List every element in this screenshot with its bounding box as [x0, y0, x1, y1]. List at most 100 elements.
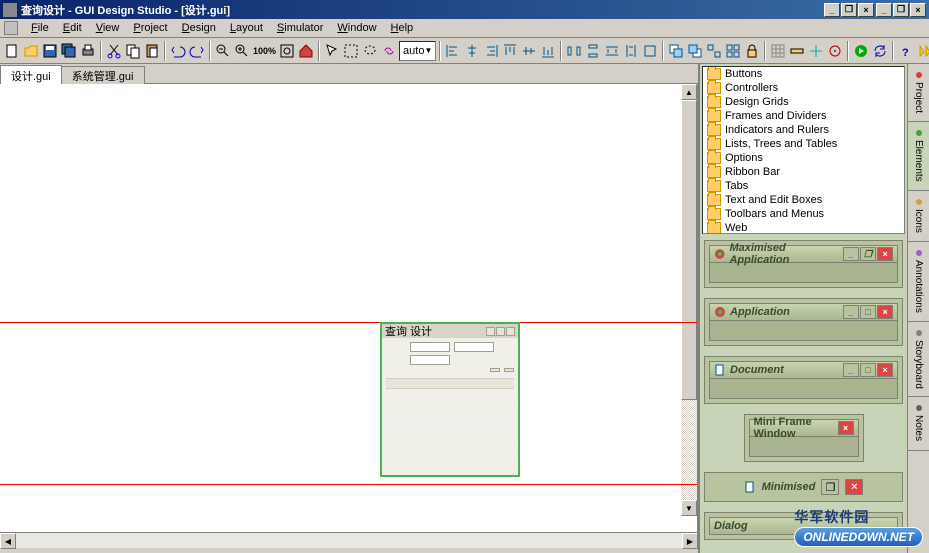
align-middle-v-icon[interactable] — [520, 40, 538, 62]
tree-item-indicators-and-rulers[interactable]: Indicators and Rulers — [703, 123, 904, 137]
ungroup-icon[interactable] — [724, 40, 742, 62]
zoom-in-icon[interactable] — [233, 40, 251, 62]
tree-item-design-grids[interactable]: Design Grids — [703, 95, 904, 109]
close-icon: × — [877, 363, 893, 377]
zoom-100-button[interactable]: 100% — [252, 40, 277, 62]
snap-icon[interactable] — [826, 40, 844, 62]
menu-window[interactable]: Window — [330, 20, 383, 36]
guides-icon[interactable] — [807, 40, 825, 62]
elem-minimised[interactable]: Minimised ❐ × — [704, 472, 903, 502]
same-width-icon[interactable] — [603, 40, 621, 62]
elem-application[interactable]: Application _ □ × — [704, 298, 903, 346]
tree-item-label: Frames and Dividers — [725, 110, 826, 122]
element-preview-list[interactable]: Maximised Application _ ❐ × Application — [700, 236, 907, 553]
cut-icon[interactable] — [105, 40, 123, 62]
mdi-restore-button[interactable]: ❐ — [841, 3, 857, 17]
sidetab-notes[interactable]: Notes — [908, 397, 929, 450]
close-icon: × — [845, 479, 863, 495]
sidetab-storyboard[interactable]: Storyboard — [908, 322, 929, 398]
send-back-icon[interactable] — [686, 40, 704, 62]
sidetab-icons[interactable]: Icons — [908, 191, 929, 242]
distribute-h-icon[interactable] — [565, 40, 583, 62]
mock-window[interactable]: 查询 设计 — [380, 322, 520, 477]
link-icon[interactable] — [380, 40, 398, 62]
design-canvas[interactable]: ▲ ▼ 查询 设计 — [0, 84, 698, 532]
tree-item-label: Ribbon Bar — [725, 166, 780, 178]
align-bottom-icon[interactable] — [539, 40, 557, 62]
menu-simulator[interactable]: Simulator — [270, 20, 330, 36]
sidetab-elements[interactable]: Elements — [908, 122, 929, 191]
align-right-icon[interactable] — [482, 40, 500, 62]
pointer-icon[interactable] — [323, 40, 341, 62]
guide-top[interactable] — [0, 322, 697, 323]
copy-icon[interactable] — [124, 40, 142, 62]
same-height-icon[interactable] — [622, 40, 640, 62]
tree-item-ribbon-bar[interactable]: Ribbon Bar — [703, 165, 904, 179]
guide-bottom[interactable] — [0, 484, 697, 485]
refresh-icon[interactable] — [871, 40, 889, 62]
distribute-v-icon[interactable] — [584, 40, 602, 62]
paste-icon[interactable] — [143, 40, 161, 62]
group-icon[interactable] — [705, 40, 723, 62]
menu-layout[interactable]: Layout — [223, 20, 270, 36]
document-icon — [714, 364, 726, 376]
menu-file[interactable]: File — [24, 20, 56, 36]
bring-front-icon[interactable] — [667, 40, 685, 62]
zoom-out-icon[interactable] — [214, 40, 232, 62]
menu-project[interactable]: Project — [126, 20, 174, 36]
ruler-icon[interactable] — [788, 40, 806, 62]
minimize-button[interactable]: _ — [876, 3, 892, 17]
tree-item-options[interactable]: Options — [703, 151, 904, 165]
help-icon[interactable]: ? — [897, 40, 915, 62]
mock-min-icon — [486, 327, 495, 336]
align-left-icon[interactable] — [444, 40, 462, 62]
tree-item-controllers[interactable]: Controllers — [703, 81, 904, 95]
home-icon[interactable] — [297, 40, 315, 62]
run-icon[interactable] — [852, 40, 870, 62]
elem-mini-frame[interactable]: Mini Frame Window × — [744, 414, 864, 462]
elem-maximised-application[interactable]: Maximised Application _ ❐ × — [704, 240, 903, 288]
new-icon[interactable] — [3, 40, 21, 62]
canvas-hscroll[interactable]: ◀ ▶ — [0, 532, 698, 548]
elem-document[interactable]: Document _ □ × — [704, 356, 903, 404]
save-all-icon[interactable] — [60, 40, 78, 62]
save-icon[interactable] — [41, 40, 59, 62]
mdi-minimize-button[interactable]: _ — [824, 3, 840, 17]
menu-edit[interactable]: Edit — [56, 20, 89, 36]
undo-icon[interactable] — [169, 40, 187, 62]
tree-item-lists-trees-and-tables[interactable]: Lists, Trees and Tables — [703, 137, 904, 151]
grid-icon[interactable] — [769, 40, 787, 62]
open-icon[interactable] — [22, 40, 40, 62]
menu-help[interactable]: Help — [384, 20, 421, 36]
restore-button[interactable]: ❐ — [893, 3, 909, 17]
tree-item-tabs[interactable]: Tabs — [703, 179, 904, 193]
same-size-icon[interactable] — [641, 40, 659, 62]
tree-item-toolbars-and-menus[interactable]: Toolbars and Menus — [703, 207, 904, 221]
sidetab-annotations[interactable]: Annotations — [908, 242, 929, 322]
print-icon[interactable] — [79, 40, 97, 62]
select-icon[interactable] — [342, 40, 360, 62]
menu-view[interactable]: View — [89, 20, 127, 36]
tab-system-manage[interactable]: 系统管理.gui — [61, 66, 145, 85]
elements-panel: ButtonsControllersDesign GridsFrames and… — [698, 64, 929, 553]
sidetab-project[interactable]: Project — [908, 64, 929, 122]
close-button[interactable]: × — [910, 3, 926, 17]
menu-design[interactable]: Design — [175, 20, 223, 36]
align-top-icon[interactable] — [501, 40, 519, 62]
redo-icon[interactable] — [188, 40, 206, 62]
align-center-h-icon[interactable] — [463, 40, 481, 62]
tree-item-buttons[interactable]: Buttons — [703, 67, 904, 81]
lock-icon[interactable] — [743, 40, 761, 62]
mdi-document-icon[interactable] — [4, 21, 18, 35]
snap-combo[interactable]: auto▼ — [399, 41, 436, 61]
zoom-fit-icon[interactable] — [278, 40, 296, 62]
tree-item-frames-and-dividers[interactable]: Frames and Dividers — [703, 109, 904, 123]
folder-icon — [707, 166, 721, 178]
tree-item-text-and-edit-boxes[interactable]: Text and Edit Boxes — [703, 193, 904, 207]
about-icon[interactable] — [916, 40, 929, 62]
element-category-tree[interactable]: ButtonsControllersDesign GridsFrames and… — [702, 66, 905, 234]
lasso-icon[interactable] — [361, 40, 379, 62]
mdi-close-button[interactable]: × — [858, 3, 874, 17]
tab-design[interactable]: 设计.gui — [0, 65, 62, 84]
tree-item-web[interactable]: Web — [703, 221, 904, 234]
